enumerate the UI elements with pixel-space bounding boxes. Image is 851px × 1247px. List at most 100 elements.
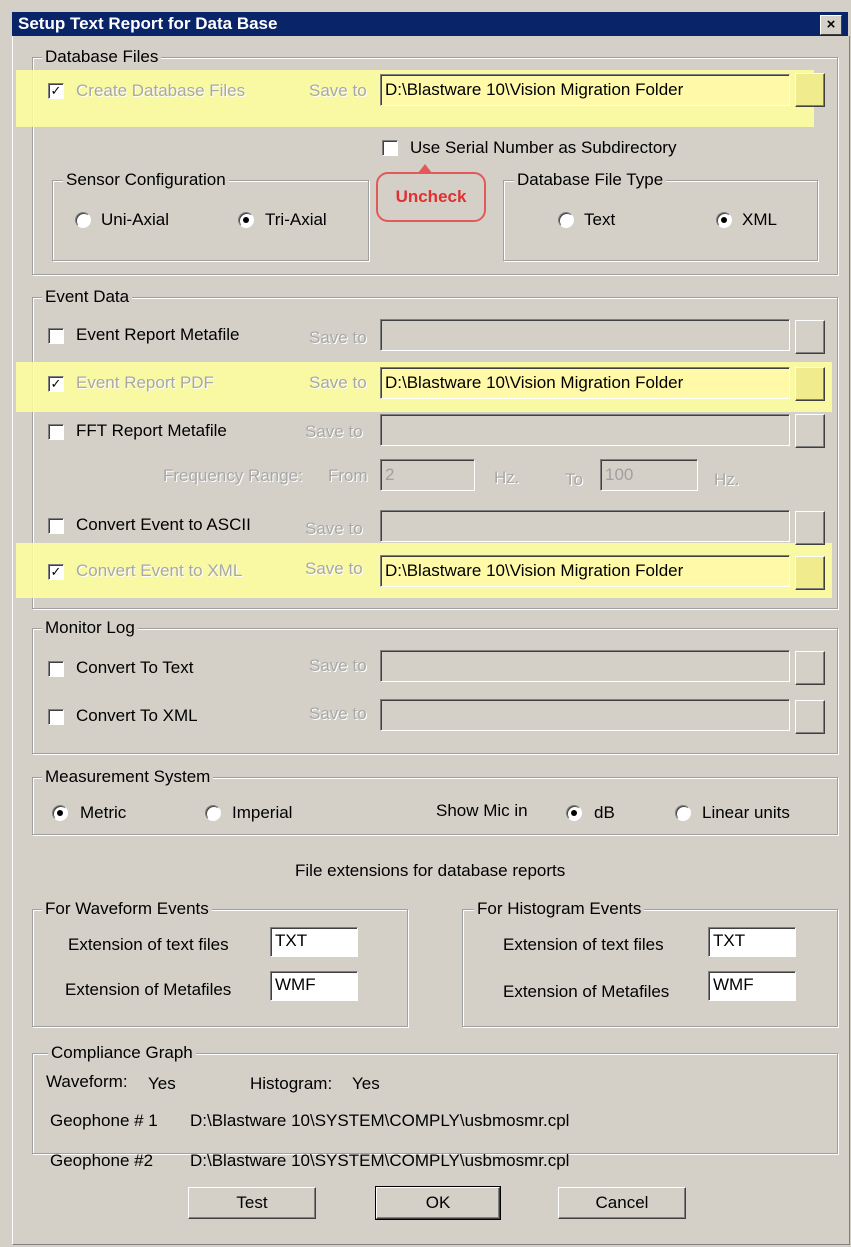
serial-subdir-label: Use Serial Number as Subdirectory xyxy=(410,138,677,157)
monitor-xml-browse-button[interactable] xyxy=(795,700,825,734)
fft-report-metafile-checkbox[interactable] xyxy=(48,424,64,440)
metric-label: Metric xyxy=(80,803,127,822)
imperial-label: Imperial xyxy=(232,803,293,822)
histogram-text-ext-input[interactable]: TXT xyxy=(708,927,796,957)
file-type-legend: Database File Type xyxy=(514,170,667,190)
convert-ascii-label: Convert Event to ASCII xyxy=(76,515,251,534)
db-label: dB xyxy=(594,803,615,822)
compliance-graph-group xyxy=(32,1053,838,1154)
event-report-metafile-checkbox[interactable] xyxy=(48,328,64,344)
histogram-compliance-value: Yes xyxy=(352,1074,380,1093)
xml-type-label: XML xyxy=(742,210,777,229)
ascii-path-field[interactable] xyxy=(380,510,790,542)
event-report-pdf-label: Event Report PDF xyxy=(76,373,214,392)
metric-radio[interactable] xyxy=(52,805,68,821)
histogram-events-legend: For Histogram Events xyxy=(474,899,645,919)
ascii-browse-button[interactable] xyxy=(795,511,825,545)
tri-axial-label: Tri-Axial xyxy=(265,210,327,229)
event-metafile-browse-button[interactable] xyxy=(795,320,825,354)
event-pdf-path-field[interactable]: D:\Blastware 10\Vision Migration Folder xyxy=(380,367,790,399)
db-radio[interactable] xyxy=(566,805,582,821)
geophone-2-label: Geophone #2 xyxy=(50,1151,154,1170)
linear-units-label: Linear units xyxy=(702,803,790,822)
event-report-metafile-label: Event Report Metafile xyxy=(76,325,240,344)
text-type-radio[interactable] xyxy=(558,212,574,228)
convert-to-text-checkbox[interactable] xyxy=(48,661,64,677)
save-to-label: Save to xyxy=(309,656,367,675)
monitor-xml-path-field[interactable] xyxy=(380,699,790,731)
histogram-meta-ext-label: Extension of Metafiles xyxy=(503,982,670,1001)
hz-unit-label: Hz. xyxy=(494,468,520,487)
to-label: To xyxy=(565,470,583,489)
event-metafile-path-field[interactable] xyxy=(380,319,790,351)
convert-ascii-checkbox[interactable] xyxy=(48,518,64,534)
tri-axial-radio[interactable] xyxy=(238,212,254,228)
db-browse-button[interactable] xyxy=(795,73,825,107)
waveform-compliance-label: Waveform: xyxy=(46,1072,128,1091)
sensor-config-legend: Sensor Configuration xyxy=(63,170,229,190)
test-button[interactable]: Test xyxy=(188,1187,316,1219)
event-report-pdf-checkbox[interactable]: ✓ xyxy=(48,376,64,392)
convert-to-text-label: Convert To Text xyxy=(76,658,194,677)
db-path-field[interactable]: D:\Blastware 10\Vision Migration Folder xyxy=(380,74,790,106)
histogram-text-ext-label: Extension of text files xyxy=(503,935,664,954)
event-data-legend: Event Data xyxy=(42,287,133,307)
window-title: Setup Text Report for Data Base xyxy=(18,14,278,33)
fft-browse-button[interactable] xyxy=(795,414,825,448)
convert-to-xml-checkbox[interactable] xyxy=(48,709,64,725)
convert-xml-label: Convert Event to XML xyxy=(76,561,243,580)
save-to-label: Save to xyxy=(309,328,367,347)
xml-browse-button[interactable] xyxy=(795,556,825,590)
waveform-compliance-value: Yes xyxy=(148,1074,176,1093)
serial-subdir-checkbox[interactable] xyxy=(382,140,398,156)
waveform-text-ext-label: Extension of text files xyxy=(68,935,229,954)
create-db-checkbox[interactable]: ✓ xyxy=(48,83,64,99)
from-label: From xyxy=(328,466,368,485)
monitor-text-path-field[interactable] xyxy=(380,650,790,682)
create-db-label: Create Database Files xyxy=(76,81,246,100)
xml-path-field[interactable]: D:\Blastware 10\Vision Migration Folder xyxy=(380,555,790,587)
monitor-text-browse-button[interactable] xyxy=(795,651,825,685)
imperial-radio[interactable] xyxy=(205,805,221,821)
frequency-range-label: Frequency Range: xyxy=(163,466,303,485)
hz-unit-label-2: Hz. xyxy=(714,470,740,489)
save-to-label: Save to xyxy=(309,704,367,723)
fft-report-metafile-label: FFT Report Metafile xyxy=(76,421,227,440)
database-files-legend: Database Files xyxy=(42,47,162,67)
uni-axial-radio[interactable] xyxy=(75,212,91,228)
ok-button[interactable]: OK xyxy=(375,1186,501,1220)
waveform-meta-ext-label: Extension of Metafiles xyxy=(65,980,232,999)
histogram-meta-ext-input[interactable]: WMF xyxy=(708,971,796,1001)
text-type-label: Text xyxy=(584,210,616,229)
monitor-log-legend: Monitor Log xyxy=(42,618,138,638)
show-mic-label: Show Mic in xyxy=(436,801,528,820)
save-to-label: Save to xyxy=(309,81,367,100)
geophone-1-label: Geophone # 1 xyxy=(50,1111,158,1130)
save-to-label: Save to xyxy=(305,422,363,441)
xml-type-radio[interactable] xyxy=(716,212,732,228)
frequency-from-field[interactable]: 2 xyxy=(380,459,475,491)
geophone-2-path: D:\Blastware 10\SYSTEM\COMPLY\usbmosmr.c… xyxy=(190,1151,570,1170)
waveform-text-ext-input[interactable]: TXT xyxy=(270,927,358,957)
fft-path-field[interactable] xyxy=(380,414,790,446)
compliance-graph-legend: Compliance Graph xyxy=(48,1043,196,1063)
close-button[interactable]: × xyxy=(820,15,842,35)
event-pdf-browse-button[interactable] xyxy=(795,367,825,401)
waveform-events-legend: For Waveform Events xyxy=(42,899,212,919)
save-to-label: Save to xyxy=(305,519,363,538)
uni-axial-label: Uni-Axial xyxy=(101,210,170,229)
convert-xml-checkbox[interactable]: ✓ xyxy=(48,564,64,580)
cancel-button[interactable]: Cancel xyxy=(558,1187,686,1219)
convert-to-xml-label: Convert To XML xyxy=(76,706,198,725)
save-to-label: Save to xyxy=(305,559,363,578)
measurement-system-legend: Measurement System xyxy=(42,767,214,787)
save-to-label: Save to xyxy=(309,373,367,392)
geophone-1-path: D:\Blastware 10\SYSTEM\COMPLY\usbmosmr.c… xyxy=(190,1111,570,1130)
histogram-compliance-label: Histogram: xyxy=(250,1074,333,1093)
monitor-log-group xyxy=(32,628,838,754)
frequency-to-field[interactable]: 100 xyxy=(600,459,698,491)
linear-units-radio[interactable] xyxy=(675,805,691,821)
uncheck-annotation: Uncheck xyxy=(376,172,486,222)
waveform-meta-ext-input[interactable]: WMF xyxy=(270,971,358,1001)
file-extensions-heading: File extensions for database reports xyxy=(295,861,566,880)
